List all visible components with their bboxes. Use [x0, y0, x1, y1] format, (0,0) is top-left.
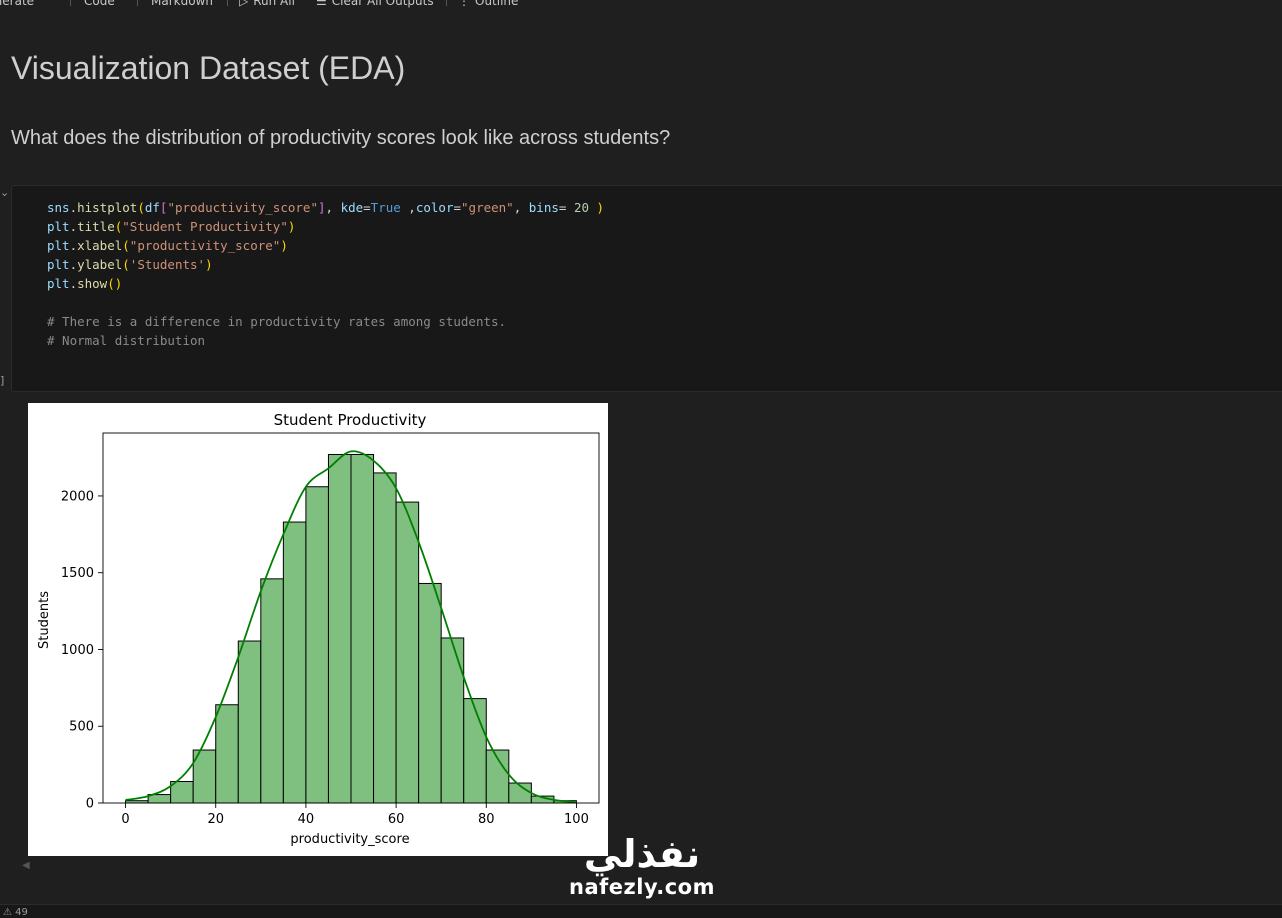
watermark-logo: نفذلي nafezly.com: [562, 832, 722, 898]
code-line-7: # There is a difference in productivity …: [47, 314, 507, 329]
histogram-bar: [305, 486, 329, 804]
x-tick-label: 0: [121, 812, 129, 827]
histogram-bar: [350, 453, 375, 804]
y-tick-label: 500: [69, 720, 94, 735]
code-line-2: plt.title("Student Productivity"): [47, 219, 296, 234]
cell-output-chart: Student Productivity 0 20 40 60 80 100 0 500 10…: [28, 403, 608, 856]
y-axis-label: Students: [37, 591, 52, 649]
x-tick-label: 100: [564, 812, 589, 827]
histogram-chart: Student Productivity 0 20 40 60 80 100 0 500 10…: [37, 411, 600, 847]
toolbar-separator: [227, 0, 228, 6]
x-axis-label: productivity_score: [290, 832, 409, 847]
code-line-8: # Normal distribution: [47, 333, 206, 348]
histogram-bar: [418, 582, 442, 804]
markdown-heading: Visualization Dataset (EDA): [11, 50, 406, 86]
histogram-bars: [125, 453, 577, 804]
status-bar: ⚠ 49: [0, 904, 1282, 918]
histogram-bar: [237, 640, 262, 804]
outline-icon: ⋮: [458, 0, 470, 8]
watermark-arabic: نفذلي: [583, 832, 701, 876]
code-cell-editor[interactable]: sns.histplot(df["productivity_score"], k…: [11, 185, 1282, 392]
histogram-bar: [170, 781, 194, 804]
code-line-1: sns.histplot(df["productivity_score"], k…: [47, 200, 605, 215]
execution-count: ]: [0, 374, 5, 387]
clear-all-outputs-button[interactable]: ☰ Clear All Outputs: [316, 0, 434, 8]
code-line-5: plt.show(): [47, 276, 123, 291]
cell-collapse-chevron-icon[interactable]: ⌄: [0, 186, 9, 199]
run-all-button[interactable]: ▷ Run All: [239, 0, 295, 8]
histogram-bar: [260, 578, 284, 804]
chart-title: Student Productivity: [274, 411, 427, 429]
toolbar-separator: [446, 0, 447, 6]
histogram-bar: [373, 472, 397, 804]
x-axis-ticks: 0 20 40 60 80 100: [121, 803, 589, 827]
add-markdown-button[interactable]: Markdown: [151, 0, 213, 8]
toolbar-separator: [70, 0, 71, 6]
y-axis-ticks: 0 500 1000 1500 2000: [61, 489, 103, 812]
notebook-toolbar: Generate Code Markdown ▷ Run All ☰ Clear…: [0, 0, 1282, 8]
histogram-bar: [463, 698, 487, 804]
code-line-3: plt.xlabel("productivity_score"): [47, 238, 288, 253]
toolbar-separator: [137, 0, 138, 6]
code-content[interactable]: sns.histplot(df["productivity_score"], k…: [47, 198, 604, 350]
outline-button[interactable]: ⋮ Outline: [458, 0, 518, 8]
y-tick-label: 1000: [61, 643, 94, 658]
histogram-bar: [215, 704, 239, 804]
x-tick-label: 40: [298, 812, 315, 827]
y-tick-label: 0: [86, 797, 94, 812]
histogram-bar: [395, 501, 420, 804]
y-tick-label: 1500: [61, 566, 94, 581]
y-tick-label: 2000: [61, 489, 94, 504]
histogram-bar: [327, 453, 352, 804]
add-code-button[interactable]: Code: [84, 0, 115, 8]
histogram-bar: [440, 637, 465, 804]
code-line-4: plt.ylabel('Students'): [47, 257, 213, 272]
histogram-bar: [282, 521, 307, 804]
run-all-icon: ▷: [239, 0, 249, 8]
watermark-latin: nafezly.com: [569, 875, 715, 899]
x-tick-label: 80: [478, 812, 495, 827]
x-tick-label: 20: [207, 812, 224, 827]
clear-outputs-icon: ☰: [316, 0, 327, 8]
scroll-left-icon[interactable]: ◀: [22, 860, 30, 871]
markdown-question: What does the distribution of productivi…: [11, 127, 671, 149]
generate-button[interactable]: Generate: [0, 0, 34, 8]
problems-indicator[interactable]: ⚠ 49: [3, 907, 28, 918]
x-tick-label: 60: [388, 812, 405, 827]
